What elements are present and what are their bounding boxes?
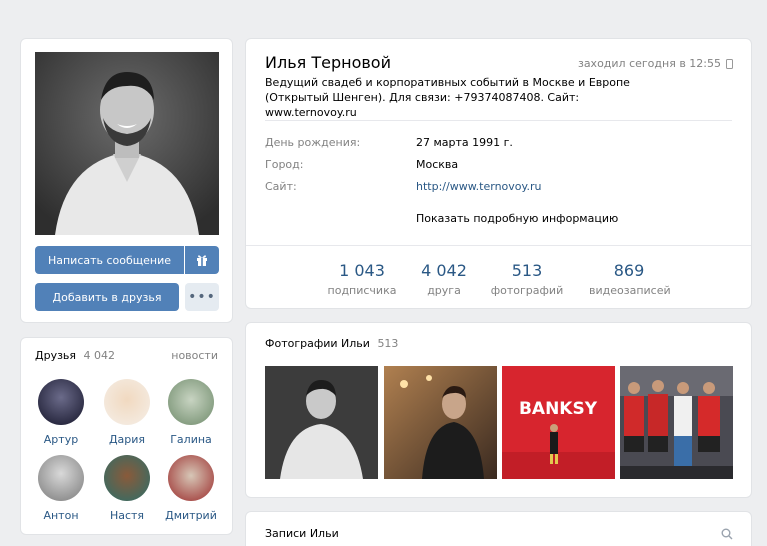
write-message-label: Написать сообщение xyxy=(47,253,172,267)
counter-number: 869 xyxy=(613,261,645,280)
counter-caption: видеозаписей xyxy=(589,284,671,297)
more-dots-icon: ••• xyxy=(188,289,216,305)
photos-counter[interactable]: 513 фотографий xyxy=(487,261,567,297)
friend-name: Дария xyxy=(108,433,146,446)
friend-avatar xyxy=(104,455,150,501)
friend-item[interactable]: Галина xyxy=(161,379,221,446)
counter-number: 4 042 xyxy=(421,261,467,280)
avatar-card: Написать сообщение Добавить в друзья ••• xyxy=(20,38,233,323)
friend-name: Артур xyxy=(43,433,79,446)
friend-name: Галина xyxy=(170,433,212,446)
friend-name: Дмитрий xyxy=(165,509,217,522)
profile-info-card: Илья Терновой заходил сегодня в 12:55 Ве… xyxy=(245,38,752,309)
photo-thumb[interactable] xyxy=(384,366,497,479)
photos-header[interactable]: Фотографии Ильи 513 xyxy=(265,337,398,350)
wall-title[interactable]: Записи Ильи xyxy=(265,527,339,540)
friend-item[interactable]: Артур xyxy=(31,379,91,446)
friend-item[interactable]: Антон xyxy=(31,455,91,522)
friend-avatar xyxy=(104,379,150,425)
info-label: День рождения: xyxy=(265,136,361,149)
info-label: Город: xyxy=(265,158,304,171)
counter-caption: фотографий xyxy=(490,284,564,297)
friends-counter[interactable]: 4 042 друга xyxy=(404,261,484,297)
friends-news-link[interactable]: новости xyxy=(171,349,218,362)
friend-name: Антон xyxy=(43,509,79,522)
photo-thumb[interactable] xyxy=(620,366,733,479)
friend-item[interactable]: Дмитрий xyxy=(161,455,221,522)
site-link[interactable]: http://www.ternovoy.ru xyxy=(416,180,541,193)
friend-avatar xyxy=(38,455,84,501)
friends-header[interactable]: Друзья 4 042 xyxy=(35,349,115,362)
counter-caption: друга xyxy=(427,284,461,297)
add-friend-label: Добавить в друзья xyxy=(52,290,162,304)
online-status: заходил сегодня в 12:55 xyxy=(578,57,733,70)
photo-thumb[interactable]: BANKSY xyxy=(502,366,615,479)
banner-text: BANKSY xyxy=(519,399,598,419)
photos-count: 513 xyxy=(377,337,399,350)
add-friend-button[interactable]: Добавить в друзья xyxy=(35,283,179,311)
friend-item[interactable]: Дария xyxy=(97,379,157,446)
profile-name: Илья Терновой xyxy=(265,53,391,72)
show-more-link[interactable]: Показать подробную информацию xyxy=(416,212,618,225)
write-message-button[interactable]: Написать сообщение xyxy=(35,246,184,274)
friend-avatar xyxy=(168,379,214,425)
more-actions-button[interactable]: ••• xyxy=(185,283,219,311)
counters-divider xyxy=(246,245,751,246)
friend-item[interactable]: Настя xyxy=(97,455,157,522)
gift-button[interactable] xyxy=(185,246,219,274)
info-label: Сайт: xyxy=(265,180,297,193)
profile-avatar[interactable] xyxy=(35,52,219,235)
friends-card: Друзья 4 042 новости Артур Дария Галина … xyxy=(20,337,233,535)
counter-caption: подписчика xyxy=(327,284,397,297)
friends-title: Друзья xyxy=(35,349,77,362)
info-divider xyxy=(265,120,732,121)
city-value[interactable]: Москва xyxy=(416,158,458,171)
photo-thumb[interactable] xyxy=(265,366,378,479)
wall-card: Записи Ильи xyxy=(245,511,752,546)
videos-counter[interactable]: 869 видеозаписей xyxy=(589,261,671,297)
friend-name: Настя xyxy=(109,509,145,522)
profile-status[interactable]: Ведущий свадеб и корпоративных событий в… xyxy=(265,75,665,120)
birthday-value[interactable]: 27 марта 1991 г. xyxy=(416,136,513,149)
photos-card: Фотографии Ильи 513 BANKSY xyxy=(245,322,752,498)
photos-title: Фотографии Ильи xyxy=(265,337,370,350)
gift-icon xyxy=(197,255,207,266)
counter-number: 513 xyxy=(511,261,543,280)
counter-number: 1 043 xyxy=(339,261,385,280)
mobile-icon xyxy=(726,58,733,69)
followers-counter[interactable]: 1 043 подписчика xyxy=(322,261,402,297)
friend-avatar xyxy=(168,455,214,501)
friends-count: 4 042 xyxy=(83,349,116,362)
friend-avatar xyxy=(38,379,84,425)
search-icon[interactable] xyxy=(721,528,733,540)
online-status-text: заходил сегодня в 12:55 xyxy=(577,57,721,70)
